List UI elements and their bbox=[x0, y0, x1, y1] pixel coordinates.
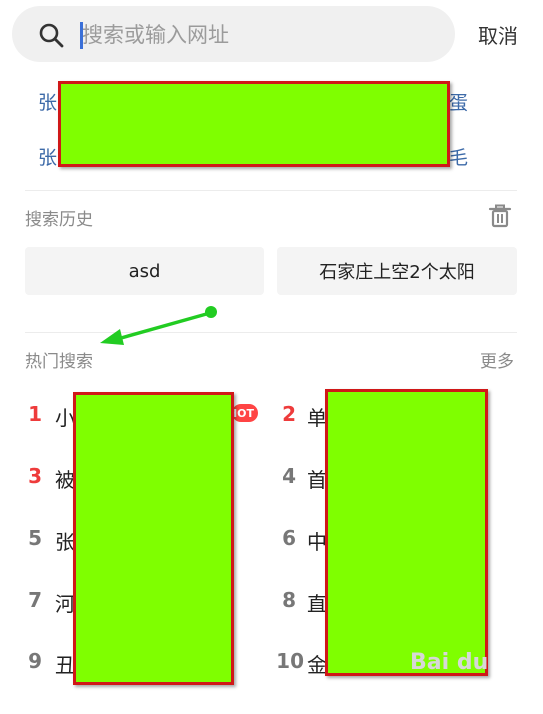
hot-rank: 3 bbox=[28, 464, 42, 488]
hot-rank: 7 bbox=[28, 588, 42, 612]
hot-item-text[interactable]: 小 bbox=[55, 402, 75, 431]
search-icon bbox=[39, 23, 64, 48]
watermark-logo: Bai du bbox=[410, 650, 489, 675]
annotation-arrow bbox=[100, 306, 217, 345]
history-chip[interactable]: asd bbox=[25, 247, 264, 295]
suggestion-item[interactable]: 张 bbox=[38, 88, 57, 115]
trash-icon[interactable] bbox=[487, 203, 513, 229]
hot-rank: 10 bbox=[276, 649, 304, 673]
hot-rank: 4 bbox=[282, 464, 296, 488]
hot-item-text[interactable]: 单 bbox=[307, 402, 327, 431]
hot-item-text[interactable]: 金 bbox=[307, 649, 327, 678]
hot-rank: 6 bbox=[282, 526, 296, 550]
suggestion-item-tail: 毛 bbox=[449, 147, 469, 169]
hot-badge: HOT bbox=[228, 404, 258, 422]
history-title: 搜索历史 bbox=[25, 210, 93, 230]
hot-item-text[interactable]: 张 bbox=[55, 526, 75, 555]
hot-rank: 2 bbox=[282, 402, 296, 426]
redaction-block bbox=[325, 389, 488, 676]
hot-rank: 9 bbox=[28, 649, 42, 673]
more-link[interactable]: 更多 bbox=[480, 347, 514, 372]
divider bbox=[25, 190, 517, 191]
cancel-button[interactable]: 取消 bbox=[478, 20, 518, 49]
search-input[interactable] bbox=[82, 15, 442, 55]
suggestion-item[interactable]: 张 bbox=[38, 143, 57, 170]
hot-title: 热门搜索 bbox=[25, 352, 93, 372]
hot-item-text[interactable]: 直 bbox=[307, 588, 327, 617]
redaction-block bbox=[58, 81, 450, 167]
hot-rank: 5 bbox=[28, 526, 42, 550]
hot-item-text[interactable]: 首 bbox=[307, 464, 327, 493]
hot-rank: 8 bbox=[282, 588, 296, 612]
hot-item-text[interactable]: 丑 bbox=[55, 649, 75, 678]
hot-rank: 1 bbox=[28, 402, 42, 426]
hot-item-text[interactable]: 中 bbox=[307, 526, 327, 555]
history-chip[interactable]: 石家庄上空2个太阳 bbox=[277, 247, 517, 295]
suggestion-item-tail: 蛋 bbox=[449, 92, 469, 114]
hot-item-text[interactable]: 被 bbox=[55, 464, 75, 493]
hot-item-text[interactable]: 河 bbox=[55, 588, 75, 617]
redaction-block bbox=[73, 392, 234, 685]
